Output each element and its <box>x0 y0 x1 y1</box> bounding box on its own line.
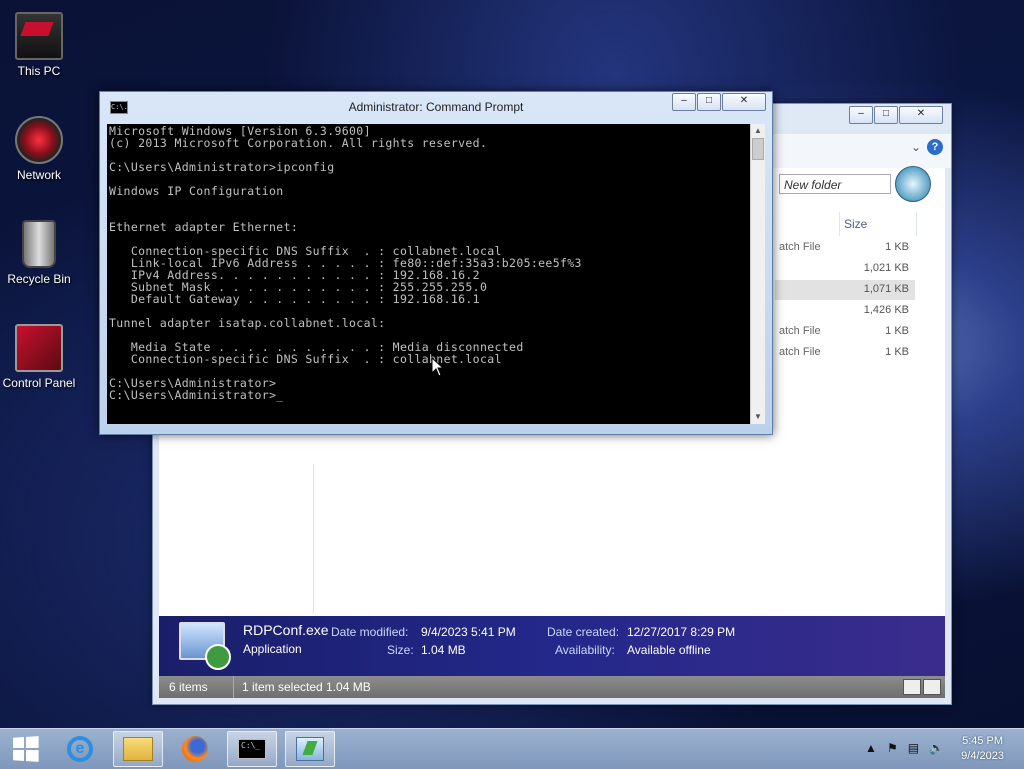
scroll-up-icon[interactable]: ▲ <box>751 124 765 138</box>
details-availability-label: Availability: <box>555 643 615 657</box>
windows-logo-icon <box>13 736 39 762</box>
cmd-window-controls: – □ ✕ <box>672 93 766 111</box>
details-created-label: Date created: <box>547 625 620 639</box>
vertical-scrollbar[interactable]: ▲ ▼ <box>750 124 765 424</box>
clock[interactable]: 5:45 PM 9/4/2023 <box>961 734 1004 764</box>
recycle-bin-icon <box>22 220 56 268</box>
details-size-label: Size: <box>387 643 414 657</box>
pane-divider[interactable] <box>313 464 314 614</box>
details-availability-value: Available offline <box>627 643 711 657</box>
file-size: 1,021 KB <box>863 262 909 274</box>
scroll-thumb[interactable] <box>752 138 764 160</box>
details-size-value: 1.04 MB <box>421 643 466 657</box>
desktop-icon-label: This PC <box>17 64 61 78</box>
desktop-icon-control-panel[interactable]: Control Panel <box>0 324 78 390</box>
maximize-button[interactable]: □ <box>874 106 898 124</box>
console-output: Microsoft Windows [Version 6.3.9600] (c)… <box>109 124 582 402</box>
network-tray-icon[interactable]: ▤ <box>908 741 919 755</box>
help-icon[interactable]: ? <box>927 139 943 155</box>
file-row[interactable]: atch File 1 KB <box>775 322 915 342</box>
desktop-icon-label: Recycle Bin <box>7 272 71 286</box>
explorer-window-controls: – □ ✕ <box>849 106 943 124</box>
system-tray: ▲ ⚑ ▤ 🔈 <box>865 741 944 755</box>
details-created-value: 12/27/2017 8:29 PM <box>627 625 736 639</box>
large-icons-view-icon[interactable] <box>923 679 941 695</box>
details-file-name: RDPConf.exe <box>243 622 329 638</box>
taskbar-command-prompt[interactable]: C:\_ <box>227 731 277 767</box>
action-center-flag-icon[interactable]: ⚑ <box>887 741 898 755</box>
firefox-icon <box>182 736 208 762</box>
file-size: 1 KB <box>885 241 909 253</box>
scroll-down-icon[interactable]: ▼ <box>751 410 765 424</box>
taskbar-firefox[interactable] <box>170 731 220 767</box>
maximize-button[interactable]: □ <box>697 93 721 111</box>
details-modified-label: Date modified: <box>331 625 409 639</box>
file-row-selected[interactable]: 1,071 KB <box>775 280 915 300</box>
taskbar-rdpconf[interactable] <box>285 731 335 767</box>
view-switcher <box>903 679 941 695</box>
taskbar-file-explorer[interactable] <box>113 731 163 767</box>
file-row[interactable]: atch File 1 KB <box>775 238 915 258</box>
desktop-icon-label: Network <box>16 168 61 182</box>
close-button[interactable]: ✕ <box>722 93 766 111</box>
application-icon <box>179 622 231 670</box>
close-button[interactable]: ✕ <box>899 106 943 124</box>
file-type: atch File <box>779 346 821 358</box>
file-size: 1 KB <box>885 346 909 358</box>
desktop-icon-label: Control Panel <box>2 376 76 390</box>
taskbar: e C:\_ ▲ ⚑ ▤ 🔈 5:45 PM 9/4/2023 <box>0 728 1024 769</box>
status-bar: 6 items 1 item selected 1.04 MB <box>159 676 945 698</box>
file-type: atch File <box>779 241 821 253</box>
console-area[interactable]: Microsoft Windows [Version 6.3.9600] (c)… <box>107 124 750 424</box>
file-row[interactable]: 1,426 KB <box>775 301 915 321</box>
show-hidden-icons-icon[interactable]: ▲ <box>865 741 877 755</box>
computer-icon <box>15 12 63 60</box>
file-row[interactable]: atch File 1 KB <box>775 343 915 363</box>
details-pane: RDPConf.exe Application Date modified: 9… <box>159 616 945 678</box>
folder-icon <box>123 737 153 761</box>
application-icon <box>296 737 324 761</box>
start-button[interactable] <box>0 731 50 767</box>
volume-icon[interactable]: 🔈 <box>929 741 944 755</box>
desktop-icon-this-pc[interactable]: This PC <box>0 12 78 78</box>
command-prompt-icon: C:\_ <box>238 739 266 759</box>
details-modified-value: 9/4/2023 5:41 PM <box>421 625 516 639</box>
details-view-icon[interactable] <box>903 679 921 695</box>
clock-date: 9/4/2023 <box>961 750 1004 762</box>
file-size: 1,071 KB <box>863 283 909 295</box>
file-size: 1 KB <box>885 325 909 337</box>
minimize-button[interactable]: – <box>672 93 696 111</box>
status-selection: 1 item selected 1.04 MB <box>233 676 371 698</box>
file-size: 1,426 KB <box>863 304 909 316</box>
internet-explorer-icon: e <box>67 736 93 762</box>
network-icon <box>15 116 63 164</box>
clock-time: 5:45 PM <box>962 735 1004 747</box>
desktop-icon-recycle-bin[interactable]: Recycle Bin <box>0 220 78 286</box>
column-header-size[interactable]: Size <box>839 212 917 236</box>
file-row[interactable]: 1,021 KB <box>775 259 915 279</box>
chevron-down-icon[interactable]: ⌄ <box>911 140 921 154</box>
command-prompt-window[interactable]: C:\. Administrator: Command Prompt – □ ✕… <box>99 91 773 435</box>
control-panel-icon <box>15 324 63 372</box>
search-icon[interactable] <box>895 166 931 202</box>
desktop-icon-network[interactable]: Network <box>0 116 78 182</box>
minimize-button[interactable]: – <box>849 106 873 124</box>
taskbar-internet-explorer[interactable]: e <box>55 731 105 767</box>
details-file-type: Application <box>243 642 302 656</box>
search-input[interactable]: New folder <box>779 174 891 194</box>
status-item-count: 6 items <box>169 680 208 694</box>
file-type: atch File <box>779 325 821 337</box>
